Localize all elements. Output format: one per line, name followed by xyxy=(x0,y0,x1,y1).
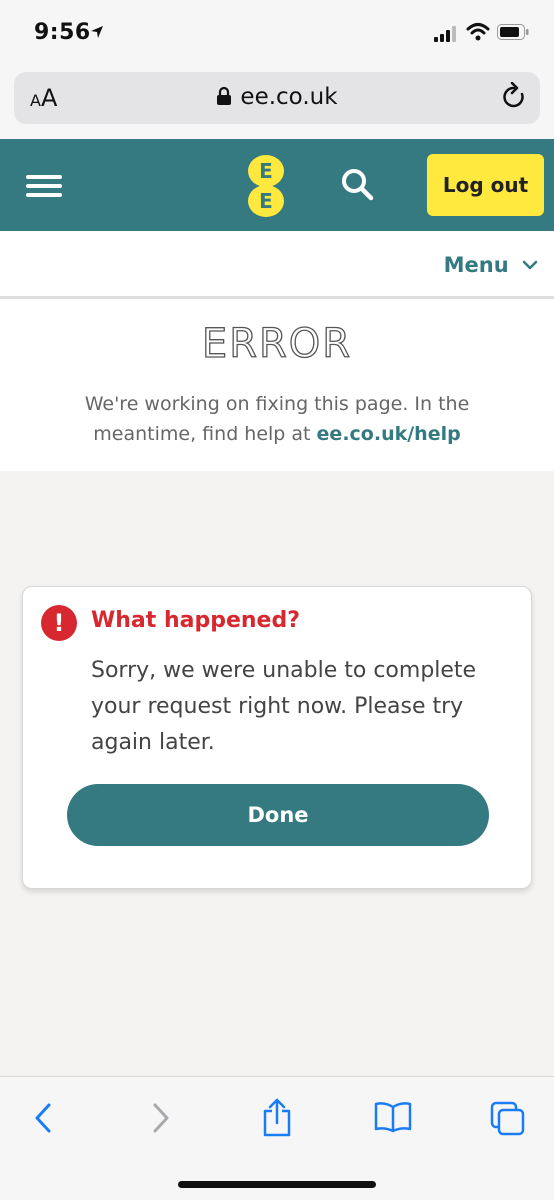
error-dialog: ! What happened? Sorry, we were unable t… xyxy=(22,586,532,889)
back-icon[interactable] xyxy=(32,1101,54,1139)
browser-chrome: AA ee.co.uk xyxy=(0,64,554,139)
url-text: ee.co.uk xyxy=(240,84,338,110)
menu-dropdown-button[interactable]: Menu xyxy=(444,253,538,277)
forward-icon[interactable] xyxy=(150,1101,172,1139)
hamburger-icon[interactable] xyxy=(26,175,62,197)
alert-icon: ! xyxy=(41,605,77,641)
help-link[interactable]: ee.co.uk/help xyxy=(317,423,461,445)
browser-toolbar xyxy=(0,1076,554,1200)
signal-icon xyxy=(434,26,458,46)
address-bar[interactable]: AA ee.co.uk xyxy=(14,72,540,124)
tabs-icon[interactable] xyxy=(490,1101,526,1141)
reload-icon[interactable] xyxy=(500,81,528,116)
done-button[interactable]: Done xyxy=(67,784,489,846)
dialog-title: What happened? xyxy=(91,608,300,633)
url-display[interactable]: ee.co.uk xyxy=(14,84,540,112)
status-bar: 9:56 xyxy=(0,0,554,64)
logo-letter: E xyxy=(248,185,284,217)
bookmarks-icon[interactable] xyxy=(374,1101,412,1137)
chevron-down-icon xyxy=(522,260,538,270)
dialog-message: Sorry, we were unable to complete your r… xyxy=(91,658,477,755)
menu-bar: Menu xyxy=(0,231,554,299)
wifi-icon xyxy=(466,22,490,46)
page-title: ERROR xyxy=(201,320,353,367)
search-icon[interactable] xyxy=(340,167,376,207)
share-icon[interactable] xyxy=(260,1097,294,1141)
battery-icon xyxy=(497,24,529,44)
menu-label: Menu xyxy=(443,253,509,277)
logout-button[interactable]: Log out xyxy=(427,154,544,216)
site-header: E E Log out xyxy=(0,139,554,231)
ee-logo[interactable]: E E xyxy=(248,155,284,217)
error-description: We're working on fixing this page. In th… xyxy=(84,393,470,445)
home-indicator xyxy=(178,1181,376,1188)
logo-letter: E xyxy=(248,155,284,187)
error-banner: ERROR We're working on fixing this page.… xyxy=(0,299,554,471)
location-arrow-icon xyxy=(90,24,104,43)
lock-icon xyxy=(216,86,232,112)
status-time: 9:56 xyxy=(34,20,91,45)
